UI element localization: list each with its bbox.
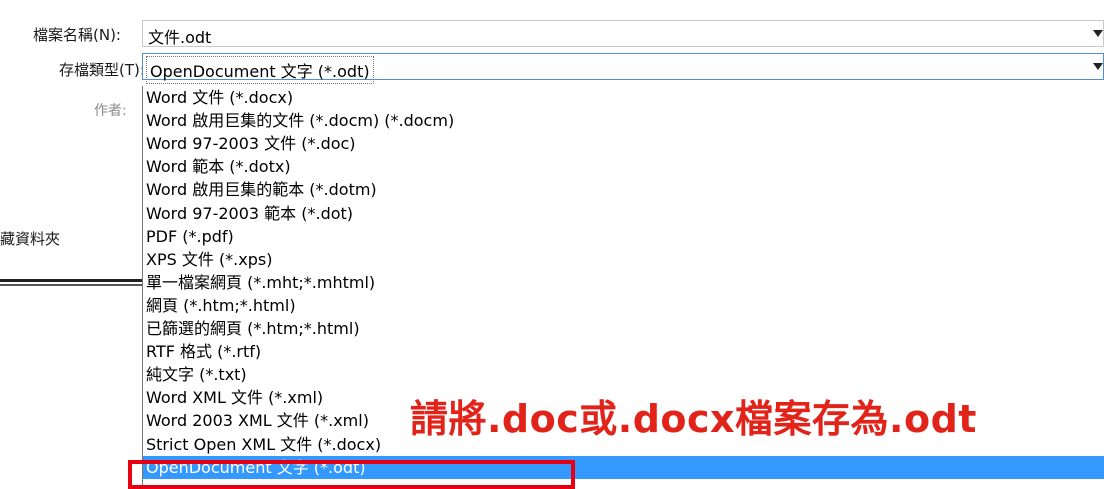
dropdown-option[interactable]: RTF 格式 (*.rtf) [143, 340, 1104, 363]
chevron-down-icon[interactable] [1093, 63, 1103, 70]
dropdown-option[interactable]: Word 啟用巨集的文件 (*.docm) (*.docm) [143, 109, 1104, 132]
dropdown-option[interactable]: Word 文件 (*.docx) [143, 86, 1104, 109]
filename-label: 檔案名稱(N): [33, 26, 121, 44]
dropdown-option[interactable]: 已篩選的網頁 (*.htm;*.html) [143, 317, 1104, 340]
dropdown-option[interactable]: Word 範本 (*.dotx) [143, 155, 1104, 178]
divider-line [0, 284, 142, 286]
dropdown-option[interactable]: Word 97-2003 文件 (*.doc) [143, 132, 1104, 155]
dropdown-option[interactable]: XPS 文件 (*.xps) [143, 248, 1104, 271]
divider-line [0, 279, 142, 282]
author-label: 作者: [94, 103, 127, 119]
hide-folders-label[interactable]: 藏資料夾 [0, 228, 60, 249]
filetype-value[interactable]: OpenDocument 文字 (*.odt) [146, 56, 374, 84]
filetype-label: 存檔類型(T): [59, 61, 145, 79]
dropdown-option[interactable]: 單一檔案網頁 (*.mht;*.mhtml) [143, 271, 1104, 294]
filetype-select[interactable]: OpenDocument 文字 (*.odt) [142, 53, 1104, 84]
dropdown-option[interactable]: Word 97-2003 範本 (*.dot) [143, 202, 1104, 225]
highlight-box [128, 460, 575, 489]
dropdown-option[interactable]: 網頁 (*.htm;*.html) [143, 294, 1104, 317]
dropdown-option[interactable]: Word 啟用巨集的範本 (*.dotm) [143, 178, 1104, 201]
dropdown-option[interactable]: 純文字 (*.txt) [143, 363, 1104, 386]
filename-input[interactable]: 文件.odt [142, 20, 1104, 47]
dropdown-option[interactable]: PDF (*.pdf) [143, 225, 1104, 248]
annotation-text: 請將.doc或.docx檔案存為.odt [410, 397, 977, 441]
filename-value[interactable]: 文件.odt [148, 24, 211, 48]
chevron-down-icon[interactable] [1093, 30, 1103, 37]
